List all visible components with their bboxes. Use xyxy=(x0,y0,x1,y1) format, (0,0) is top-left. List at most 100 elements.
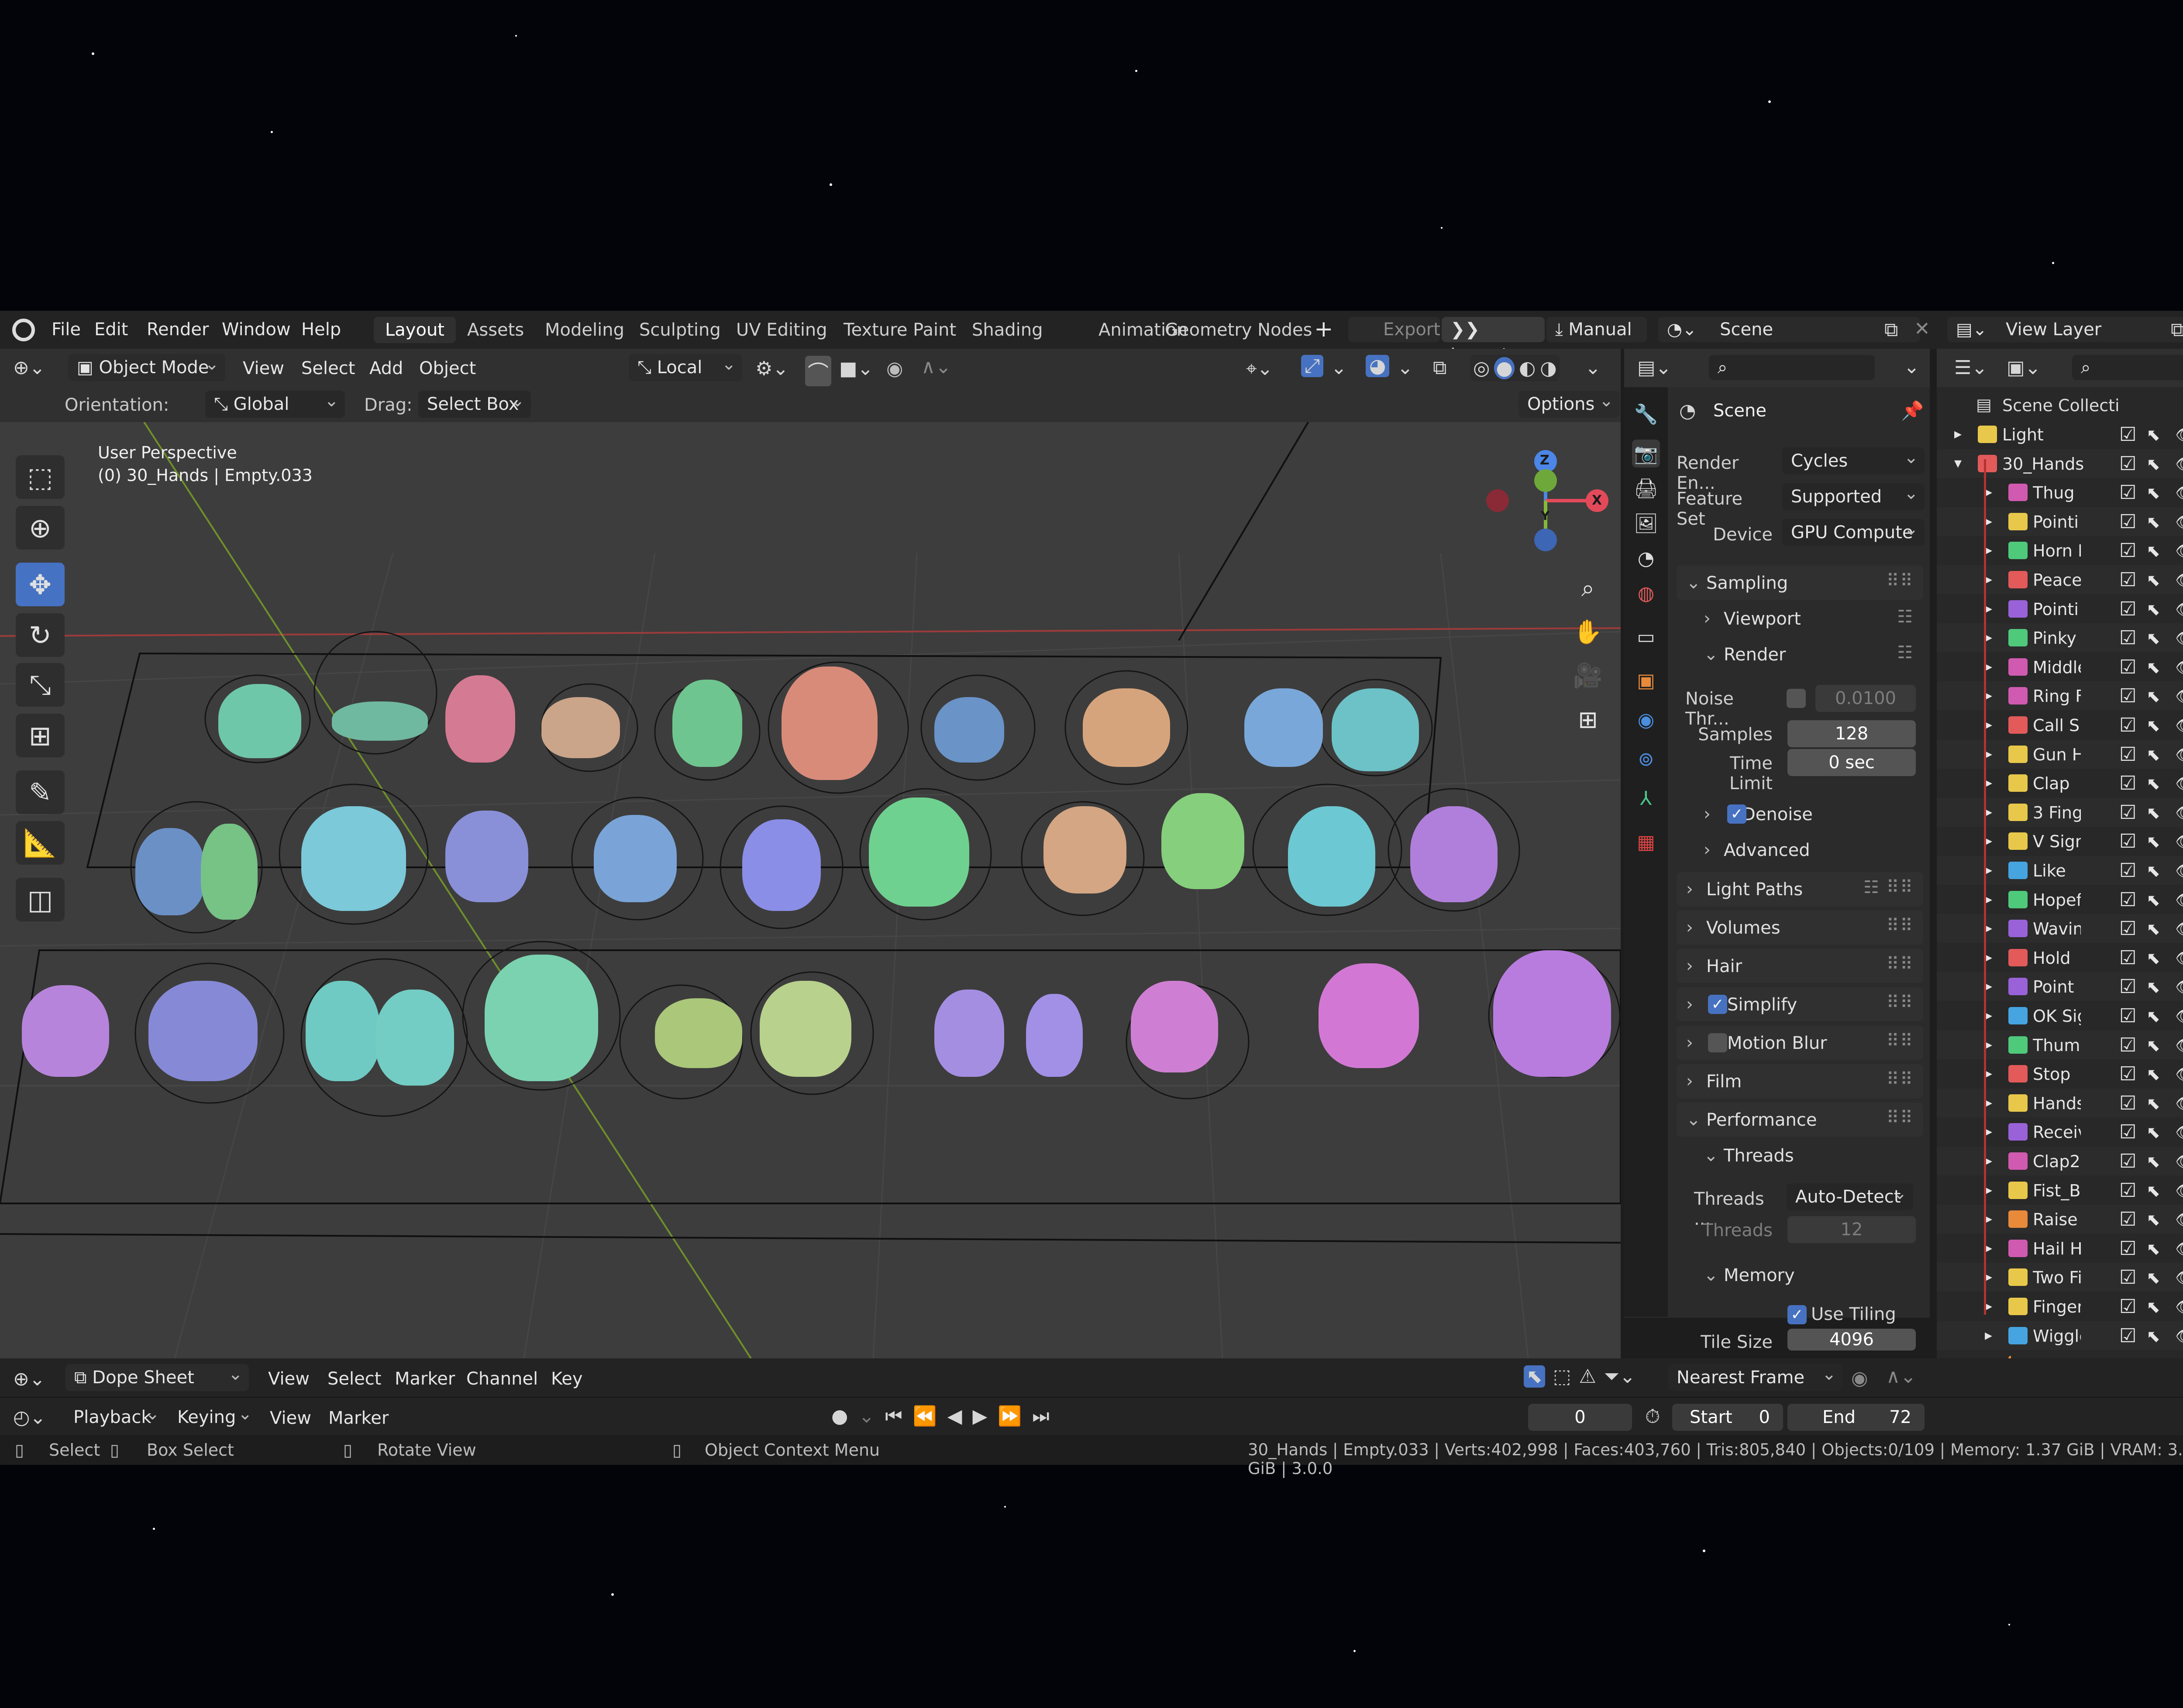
exclude-checkbox[interactable]: ☑ xyxy=(2119,656,2136,678)
cursor-tool[interactable]: ⊕ xyxy=(16,506,65,550)
eye-icon[interactable]: 👁 xyxy=(2175,512,2183,532)
orientation-selector[interactable]: ⤡ Global xyxy=(205,387,345,418)
hand-model[interactable] xyxy=(1161,793,1244,889)
hand-model[interactable] xyxy=(934,697,1004,763)
select-toggle-icon[interactable]: ⬉ xyxy=(2146,1327,2160,1346)
outliner-row[interactable]: ▸Light☑⬉👁◙ xyxy=(1937,420,2183,449)
add-workspace-button[interactable]: + xyxy=(1314,316,1333,342)
playback-dropdown[interactable]: Playback xyxy=(65,1400,166,1431)
exclude-checkbox[interactable]: ☑ xyxy=(2119,743,2136,766)
filter-icon[interactable]: ⏷⌄ xyxy=(1604,1365,1636,1388)
falloff-icon[interactable]: ∧⌄ xyxy=(921,356,951,378)
eye-icon[interactable]: 👁 xyxy=(2175,658,2183,677)
hand-model[interactable] xyxy=(22,985,109,1077)
eye-icon[interactable]: 👁 xyxy=(2175,919,2183,939)
hand-model[interactable] xyxy=(135,828,205,915)
export-button[interactable]: Export xyxy=(1348,317,1440,342)
select-toggle-icon[interactable]: ⬉ xyxy=(2146,832,2160,851)
outliner-row[interactable]: ▸Thum☑⬉👁◙ xyxy=(1937,1031,2183,1059)
hand-model[interactable] xyxy=(672,680,742,767)
hand-model[interactable] xyxy=(1288,806,1375,907)
tab-layout[interactable]: Layout xyxy=(374,317,456,343)
hand-model[interactable] xyxy=(934,990,1004,1077)
properties-options-icon[interactable]: ⌄ xyxy=(1904,356,1920,378)
exclude-checkbox[interactable]: ☑ xyxy=(2119,801,2136,824)
tab-assets[interactable]: Assets xyxy=(456,317,535,343)
render-subpanel-header[interactable]: ⌄ Render ☷ xyxy=(1694,637,1923,671)
show-errors-icon[interactable]: ⚠ xyxy=(1579,1365,1596,1388)
outliner-row[interactable]: ▸Pointi☑⬉👁◙ xyxy=(1937,595,2183,623)
exclude-checkbox[interactable]: ☑ xyxy=(2119,1179,2136,1202)
view-layer-tab-icon[interactable]: 🖼 xyxy=(1632,509,1660,537)
dopesheet-mode-dropdown[interactable]: ⧉ Dope Sheet xyxy=(65,1361,249,1391)
menu-window[interactable]: Window xyxy=(222,320,291,340)
eye-icon[interactable]: 👁 xyxy=(2175,687,2183,706)
noise-threshold-checkbox[interactable] xyxy=(1787,689,1806,708)
exclude-checkbox[interactable]: ☑ xyxy=(2119,481,2136,504)
tab-modeling[interactable]: Modeling xyxy=(534,317,636,343)
prev-keyframe-icon[interactable]: ⏪ xyxy=(913,1405,937,1427)
eye-icon[interactable]: 👁 xyxy=(2175,425,2183,445)
eye-icon[interactable]: 👁 xyxy=(2175,890,2183,910)
measure-tool[interactable]: 📐 xyxy=(16,821,65,865)
exclude-checkbox[interactable]: ☑ xyxy=(2119,569,2136,591)
select-toggle-icon[interactable]: ⬉ xyxy=(2146,890,2160,910)
hand-model[interactable] xyxy=(485,955,598,1081)
gizmo-toggle-icon[interactable]: ⤢ xyxy=(1301,355,1324,377)
options-button[interactable]: Options xyxy=(1518,387,1620,418)
hand-model[interactable] xyxy=(332,701,428,741)
collapse-arrow-icon[interactable]: ▾ xyxy=(1954,454,1962,472)
solid-shading-icon[interactable]: ● xyxy=(1494,357,1515,379)
overlay-toggle-icon[interactable]: ◕ xyxy=(1366,355,1390,377)
outliner-row[interactable]: ▾30_Hands☑⬉👁◙ xyxy=(1937,449,2183,478)
outliner-row[interactable]: ▸Finger☑⬉👁◙ xyxy=(1937,1292,2183,1321)
select-toggle-icon[interactable]: ⬉ xyxy=(2146,570,2160,590)
properties-search[interactable]: ⌕ xyxy=(1709,355,1875,380)
current-frame-field[interactable]: 0 xyxy=(1528,1404,1632,1431)
dopesheet-menu-select[interactable]: Select xyxy=(327,1369,381,1389)
hand-model[interactable] xyxy=(445,675,515,763)
hand-model[interactable] xyxy=(869,797,969,907)
play-icon[interactable]: ▶ xyxy=(973,1405,988,1427)
hand-model[interactable] xyxy=(1131,981,1218,1072)
select-toggle-icon[interactable]: ⬉ xyxy=(2146,861,2160,880)
outliner-row[interactable]: ▸Raise☑⬉👁◙ xyxy=(1937,1205,2183,1234)
transform-tool[interactable]: ⊞ xyxy=(16,714,65,757)
annotate-tool[interactable]: ✎ xyxy=(16,770,65,814)
shading-dropdown-icon[interactable]: ⌄ xyxy=(1585,357,1601,379)
dopesheet-menu-view[interactable]: View xyxy=(268,1369,310,1389)
outliner-row[interactable]: ▸Middle☑⬉👁◙ xyxy=(1937,653,2183,681)
exclude-checkbox[interactable]: ☑ xyxy=(2119,453,2136,475)
select-toggle-icon[interactable]: ⬉ xyxy=(2146,1123,2160,1142)
select-toggle-icon[interactable]: ⬉ xyxy=(2146,600,2160,619)
viewport-subpanel-header[interactable]: › Viewport ☷ xyxy=(1694,601,1923,636)
outliner-row[interactable]: ▸Gun H☑⬉👁◙ xyxy=(1937,740,2183,769)
timeline-editor-type-icon[interactable]: ◴⌄ xyxy=(13,1406,46,1429)
tab-geometry-nodes[interactable]: Geometry Nodes xyxy=(1153,317,1323,343)
viewport-menu-object[interactable]: Object xyxy=(419,358,476,378)
select-toggle-icon[interactable]: ⬉ xyxy=(2146,1297,2160,1316)
pin-icon[interactable]: 📌 xyxy=(1901,400,1924,422)
eye-icon[interactable]: 👁 xyxy=(2175,600,2183,619)
light-paths-panel-header[interactable]: › Light Paths ☷ ⠿⠿ xyxy=(1677,872,1923,906)
new-view-layer-icon[interactable]: ⧉ xyxy=(2171,319,2183,341)
eye-icon[interactable]: 👁 xyxy=(2175,1297,2183,1317)
select-toggle-icon[interactable]: ⬉ xyxy=(2146,1065,2160,1084)
only-selected-icon[interactable]: ⬉ xyxy=(1524,1365,1545,1388)
exclude-checkbox[interactable]: ☑ xyxy=(2119,598,2136,620)
eye-icon[interactable]: 👁 xyxy=(2175,861,2183,881)
select-toggle-icon[interactable]: ⬉ xyxy=(2146,512,2160,532)
feature-set-dropdown[interactable]: Supported xyxy=(1782,480,1925,510)
hand-model[interactable] xyxy=(301,806,406,911)
dopesheet-menu-key[interactable]: Key xyxy=(551,1369,583,1389)
tab-shading[interactable]: Shading xyxy=(961,317,1054,343)
hand-model[interactable] xyxy=(1493,950,1611,1077)
select-toggle-icon[interactable]: ⬉ xyxy=(2146,1239,2160,1258)
use-tiling-checkbox[interactable]: ✓ xyxy=(1787,1305,1807,1324)
select-toggle-icon[interactable]: ⬉ xyxy=(2146,1007,2160,1026)
drag-selector[interactable]: Select Box xyxy=(418,387,531,418)
snap-target-icon[interactable]: ■⌄ xyxy=(839,357,873,380)
snap-icon[interactable]: ⌒ xyxy=(805,356,832,386)
outliner-row[interactable]: ▸Peace☑⬉👁◙ xyxy=(1937,565,2183,594)
dopesheet-editor-type-icon[interactable]: ⊕⌄ xyxy=(13,1368,45,1390)
